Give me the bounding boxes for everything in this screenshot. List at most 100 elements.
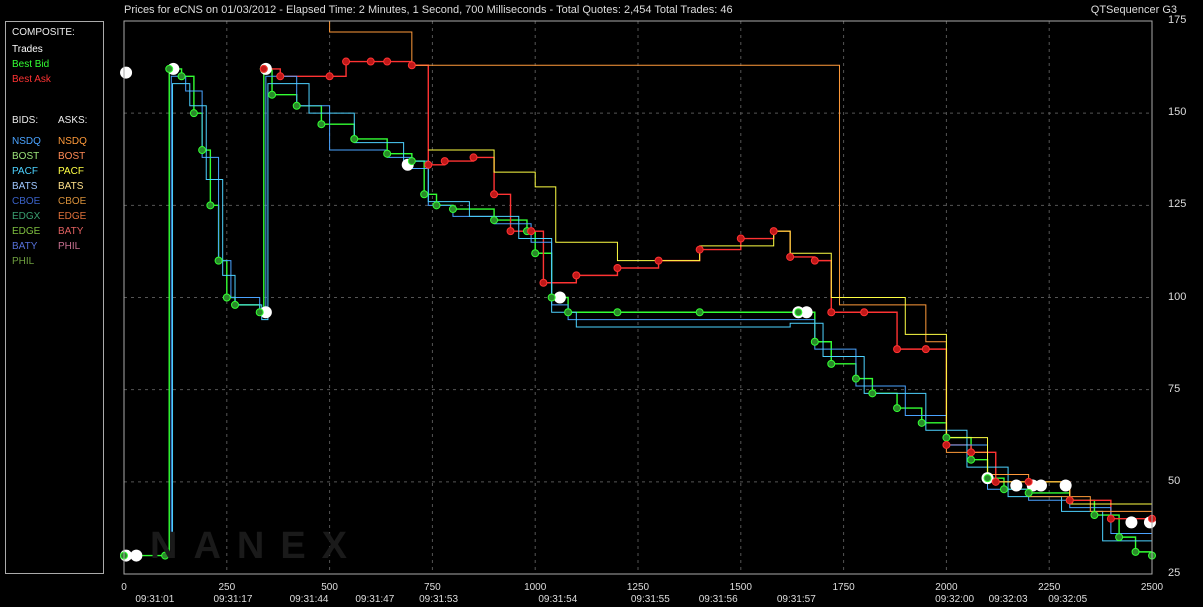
y-tick-label: 75 (1168, 382, 1181, 395)
time-tick-label: 09:31:55 (630, 594, 670, 605)
legend-ask-bats: BATS (58, 181, 84, 192)
time-tick-label: 09:32:00 (935, 594, 975, 605)
trade-point (1010, 479, 1023, 492)
best-bid-point (189, 109, 198, 118)
legend-composite-best-bid: Best Bid (12, 59, 50, 70)
best-bid-point (547, 293, 556, 302)
legend-bid-bost: BOST (12, 151, 40, 162)
best-bid-point (317, 120, 326, 129)
best-bid-point (827, 359, 836, 368)
best-bid-point (613, 308, 622, 317)
trade-point (1034, 479, 1047, 492)
legend-bids-header: BIDS: (12, 115, 39, 126)
x-tick-label: 1250 (626, 582, 650, 593)
time-tick-label: 09:31:17 (213, 594, 253, 605)
best-bid-point (165, 64, 174, 73)
y-tick-label: 100 (1168, 290, 1187, 303)
best-ask-point (827, 308, 836, 317)
best-ask-point (613, 264, 622, 273)
y-tick-label: 25 (1168, 567, 1181, 579)
best-ask-point (469, 153, 478, 162)
y-tick-label: 175 (1168, 14, 1187, 26)
series-line-nsdq-ask (263, 20, 1152, 512)
best-ask-point (539, 278, 548, 287)
best-ask-point (506, 227, 515, 236)
x-tick-label: 0 (121, 582, 127, 593)
best-bid-point (531, 249, 540, 258)
best-bid-point (868, 389, 877, 398)
best-bid-point (222, 293, 231, 302)
time-tick-label: 09:31:53 (419, 594, 459, 605)
best-bid-point (893, 404, 902, 413)
best-bid-point (448, 205, 457, 214)
x-tick-label: 1000 (524, 582, 547, 593)
best-bid-point (407, 157, 416, 166)
best-ask-point (366, 57, 375, 66)
trade-point (120, 66, 133, 79)
time-tick-label: 09:31:54 (538, 594, 578, 605)
time-tick-label: 09:31:01 (135, 594, 175, 605)
trade-point (800, 306, 813, 319)
best-ask-point (736, 234, 745, 243)
best-bid-point (255, 308, 264, 317)
watermark: NANEX (150, 525, 364, 567)
best-bid-point (177, 72, 186, 81)
legend-ask-phil: PHIL (58, 241, 81, 252)
best-ask-point (967, 448, 976, 457)
best-bid-point (983, 474, 992, 483)
time-tick-label: 09:32:03 (988, 594, 1028, 605)
chart-title: Prices for eCNS on 01/03/2012 - Elapsed … (124, 4, 733, 16)
best-bid-point (1131, 547, 1140, 556)
best-bid-point (917, 418, 926, 427)
trade-point (1059, 479, 1072, 492)
legend-ask-baty: BATY (58, 226, 84, 237)
y-tick-label: 125 (1168, 198, 1187, 211)
best-ask-point (810, 256, 819, 265)
best-bid-point (214, 256, 223, 265)
legend-panel: COMPOSITE: Trades Best Bid Best Ask BIDS: … (5, 21, 104, 574)
best-bid-point (383, 149, 392, 158)
legend-bid-phil: PHIL (12, 256, 35, 267)
best-ask-point (259, 64, 268, 73)
best-ask-point (383, 57, 392, 66)
best-bid-point (1024, 488, 1033, 497)
best-ask-point (1024, 477, 1033, 486)
best-ask-point (921, 345, 930, 354)
best-bid-point (695, 308, 704, 317)
best-ask-point (407, 61, 416, 70)
legend-ask-bost: BOST (58, 151, 86, 162)
best-ask-point (572, 271, 581, 280)
price-chart (120, 20, 1156, 575)
best-bid-point (942, 433, 951, 442)
trade-point (130, 549, 143, 562)
x-tick-label: 500 (321, 582, 338, 593)
best-ask-point (527, 227, 536, 236)
x-tick-label: 1750 (832, 582, 855, 593)
legend-ask-cboe: CBOE (58, 196, 87, 207)
legend-bid-edgx: EDGX (12, 211, 41, 222)
best-bid-point (1090, 511, 1099, 520)
legend-bid-nsdq: NSDQ (12, 136, 41, 147)
x-tick-label: 1500 (729, 582, 752, 593)
legend-composite-trades: Trades (12, 44, 43, 55)
best-bid-point (564, 308, 573, 317)
best-bid-point (794, 308, 803, 317)
app-brand: QTSequencer G3 (1090, 4, 1177, 16)
legend-asks-header: ASKS: (58, 115, 88, 126)
best-bid-point (999, 485, 1008, 494)
best-ask-point (860, 308, 869, 317)
x-tick-label: 750 (424, 582, 441, 593)
legend-bid-baty: BATY (12, 241, 38, 252)
best-ask-point (769, 227, 778, 236)
legend-bid-cboe: CBOE (12, 196, 41, 207)
best-ask-point (424, 160, 433, 169)
best-ask-point (654, 256, 663, 265)
time-tick-label: 09:31:44 (289, 594, 329, 605)
time-tick-label: 09:32:05 (1048, 594, 1088, 605)
y-tick-label: 150 (1168, 106, 1187, 119)
time-tick-label: 09:31:57 (776, 594, 816, 605)
best-bid-point (490, 216, 499, 225)
best-bid-point (198, 146, 207, 155)
legend-composite-best-ask: Best Ask (12, 74, 51, 85)
best-bid-point (206, 201, 215, 210)
